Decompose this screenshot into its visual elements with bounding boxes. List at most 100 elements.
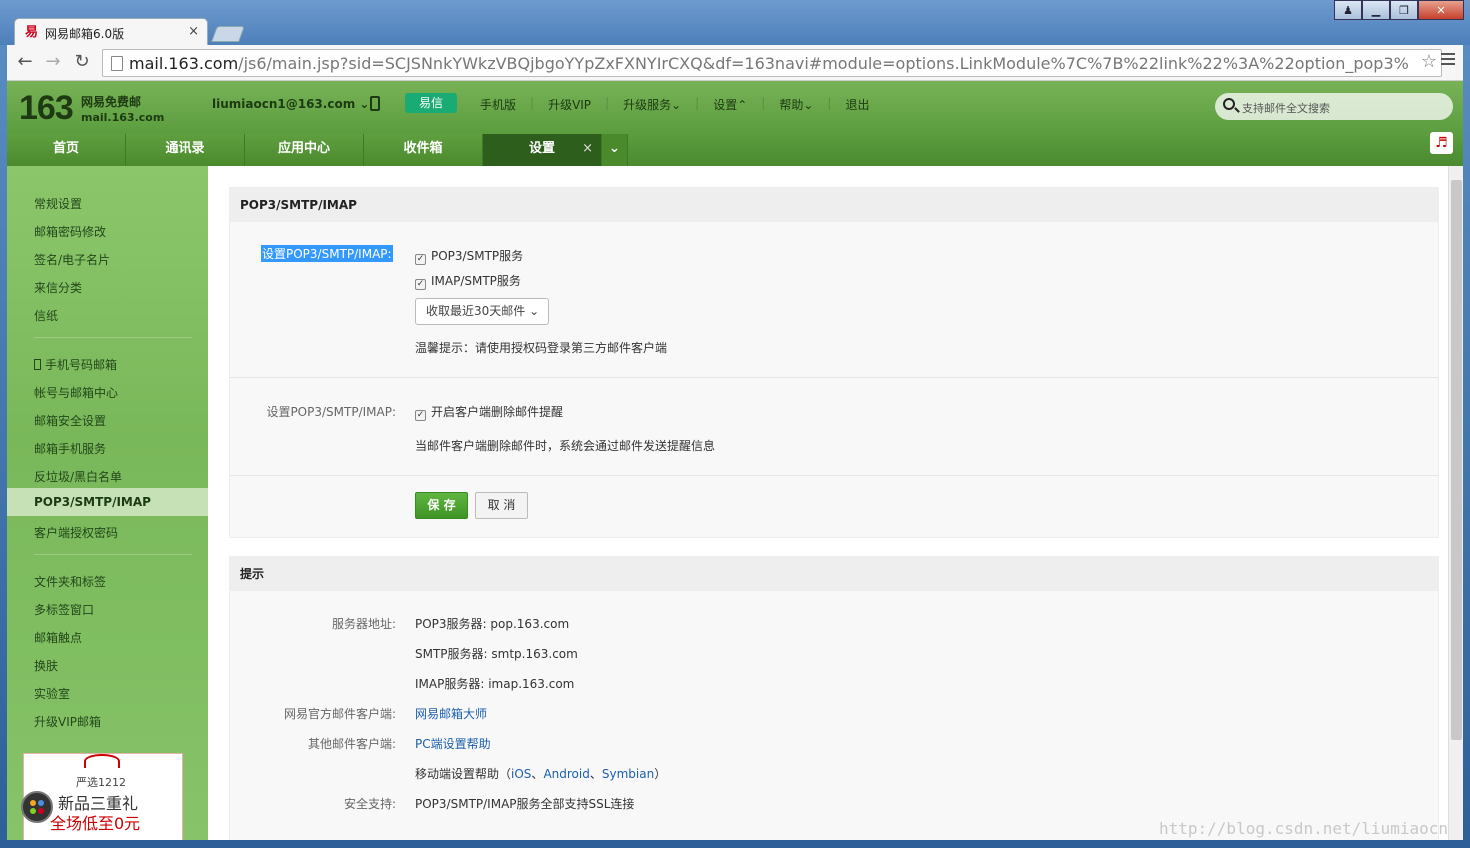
browser-menu-icon[interactable] — [1441, 53, 1455, 68]
pop3-server: POP3服务器: pop.163.com — [415, 617, 570, 631]
sidebar-item-skin[interactable]: 换肤 — [34, 657, 58, 674]
tab-contacts[interactable]: 通讯录 — [126, 134, 245, 166]
nav-settings[interactable]: 设置⌃ — [713, 96, 747, 113]
fetch-range-select[interactable]: 收取最近30天邮件 ⌄ — [415, 298, 549, 325]
user-icon[interactable]: ♟ — [1334, 0, 1362, 20]
promo-line3: 全场低至0元 — [50, 814, 141, 833]
logo-domain: mail.163.com — [81, 111, 165, 124]
android-help-link[interactable]: Android — [543, 767, 589, 781]
back-icon[interactable]: ← — [13, 51, 37, 72]
security-value: POP3/SMTP/IMAP服务全部支持SSL连接 — [415, 797, 635, 811]
search-icon — [1223, 98, 1235, 110]
sidebar-item-lab[interactable]: 实验室 — [34, 685, 70, 702]
imap-smtp-checkbox[interactable]: ✓ IMAP/SMTP服务 — [415, 272, 521, 290]
close-window-button[interactable]: ✕ — [1418, 0, 1464, 20]
gift-bow-icon — [84, 754, 120, 768]
sidebar-item-vip[interactable]: 升级VIP邮箱 — [34, 713, 101, 730]
save-button[interactable]: 保 存 — [415, 492, 468, 519]
sidebar-item-stationery[interactable]: 信纸 — [34, 307, 58, 324]
url-text[interactable]: mail.163.com/js6/main.jsp?sid=SCJSNnkYWk… — [129, 54, 1409, 73]
tab-title: 网易邮箱6.0版 — [45, 27, 125, 41]
smtp-server: SMTP服务器: smtp.163.com — [415, 647, 578, 661]
nav-upgrade-vip[interactable]: 升级VIP — [548, 96, 591, 113]
pop3-panel-title: POP3/SMTP/IMAP — [230, 188, 1438, 222]
new-tab-button[interactable] — [211, 26, 245, 42]
server-label: 服务器地址: — [331, 617, 396, 631]
auth-code-tip: 温馨提示：请使用授权码登录第三方邮件客户端 — [415, 341, 668, 355]
imap-smtp-label: IMAP/SMTP服务 — [431, 274, 521, 288]
page-icon — [111, 56, 123, 71]
sidebar-item-multitab[interactable]: 多标签窗口 — [34, 601, 94, 618]
nav-mobile[interactable]: 手机版 — [480, 96, 516, 113]
sidebar-item-password[interactable]: 邮箱密码修改 — [34, 223, 106, 240]
sidebar-item-folders[interactable]: 文件夹和标签 — [34, 573, 106, 590]
minimize-button[interactable]: ▁ — [1362, 0, 1390, 20]
promo-line1: 严选1212 — [76, 776, 126, 789]
official-client-link[interactable]: 网易邮箱大师 — [415, 705, 487, 722]
tab-more-dropdown[interactable]: ⌄ — [602, 134, 628, 166]
tab-app-center[interactable]: 应用中心 — [245, 134, 364, 166]
tab-home[interactable]: 首页 — [7, 134, 126, 166]
logo-163[interactable]: 163 — [19, 89, 74, 128]
tips-panel: 提示 服务器地址: POP3服务器: pop.163.com SMTP服务器: … — [229, 556, 1439, 840]
sidebar-item-phone-service[interactable]: 邮箱手机服务 — [34, 440, 106, 457]
sidebar-item-client-auth[interactable]: 客户端授权密码 — [34, 524, 118, 541]
sidebar-item-account-center[interactable]: 帐号与邮箱中心 — [34, 384, 118, 401]
tab-strip: 易 网易邮箱6.0版 × ♟ ▁ ❐ ✕ — [0, 0, 1470, 46]
ios-help-link[interactable]: iOS — [511, 767, 531, 781]
nav-upgrade-service[interactable]: 升级服务⌄ — [623, 96, 681, 113]
yixin-button[interactable]: 易信 — [405, 93, 457, 113]
sidebar-item-phone-mailbox[interactable]: 手机号码邮箱 — [34, 356, 117, 373]
page-scrollbar[interactable] — [1448, 166, 1463, 840]
close-icon[interactable]: × — [582, 134, 593, 164]
panel-divider — [230, 377, 1438, 378]
browser-tab[interactable]: 易 网易邮箱6.0版 × — [14, 18, 208, 46]
address-bar[interactable]: mail.163.com/js6/main.jsp?sid=SCJSNnkYWk… — [102, 49, 1442, 77]
nav-help[interactable]: 帮助⌄ — [779, 96, 813, 113]
mobile-help-sep: 、 — [531, 767, 544, 781]
tab-settings-label: 设置 — [528, 141, 555, 156]
sidebar-item-signature[interactable]: 签名/电子名片 — [34, 251, 110, 268]
tab-close-icon[interactable]: × — [188, 24, 199, 39]
pc-help-link[interactable]: PC端设置帮助 — [415, 735, 491, 752]
checkbox-check-icon: ✓ — [415, 410, 426, 421]
app-grid-icon[interactable] — [21, 791, 53, 823]
cancel-button[interactable]: 取 消 — [475, 492, 528, 519]
checkbox-check-icon: ✓ — [415, 254, 426, 265]
sidebar-item-general[interactable]: 常规设置 — [34, 195, 82, 212]
official-client-label: 网易官方邮件客户端: — [283, 707, 396, 721]
maximize-button[interactable]: ❐ — [1390, 0, 1418, 20]
mail-search[interactable]: 支持邮件全文搜索 — [1215, 93, 1453, 120]
sidebar-item-antispam[interactable]: 反垃圾/黑白名单 — [34, 468, 122, 485]
bookmark-star-icon[interactable]: ☆ — [1421, 51, 1437, 72]
pop3-smtp-checkbox[interactable]: ✓ POP3/SMTP服务 — [415, 247, 523, 265]
sidebar-item-security[interactable]: 邮箱安全设置 — [34, 412, 106, 429]
nav-logout[interactable]: 退出 — [845, 96, 869, 113]
mail-header: 163 网易免费邮 mail.163.com liumiaocn1@163.co… — [7, 81, 1463, 166]
delete-notice-desc: 当邮件客户端删除邮件时，系统会通过邮件发送提醒信息 — [415, 439, 716, 453]
yixin-label: 易信 — [418, 96, 443, 110]
symbian-help-link[interactable]: Symbian — [602, 767, 654, 781]
mobile-icon — [34, 359, 41, 370]
forward-icon[interactable]: → — [41, 51, 65, 72]
mobile-help-prefix: 移动端设置帮助（ — [415, 767, 512, 781]
user-email: liumiaocn1@163.com — [212, 97, 356, 111]
mail-tabs: 首页 通讯录 应用中心 收件箱 设置 × ⌄ — [7, 134, 628, 166]
tab-settings[interactable]: 设置 × — [483, 134, 602, 166]
url-path: /js6/main.jsp?sid=SCJSNnkYWkzVBQjbgoYYpZ… — [238, 54, 1409, 73]
sidebar-item-filters[interactable]: 来信分类 — [34, 279, 82, 296]
top-nav: 手机版 | 升级VIP | 升级服务⌄ | 设置⌃ | 帮助⌄ | 退出 — [480, 96, 870, 113]
mobile-phone-icon[interactable] — [370, 96, 380, 111]
mobile-help-suffix: ） — [654, 767, 667, 781]
settings-sidebar: 常规设置 邮箱密码修改 签名/电子名片 来信分类 信纸 手机号码邮箱 帐号与邮箱… — [7, 166, 208, 840]
sidebar-item-touchpoint[interactable]: 邮箱触点 — [34, 629, 82, 646]
music-note-icon[interactable]: ♬ — [1430, 132, 1453, 154]
delete-notice-checkbox[interactable]: ✓ 开启客户端删除邮件提醒 — [415, 403, 563, 421]
chevron-down-icon: ⌄ — [529, 304, 540, 318]
tab-inbox[interactable]: 收件箱 — [364, 134, 483, 166]
user-account[interactable]: liumiaocn1@163.com ⌄ — [212, 97, 369, 111]
web-page: 163 网易免费邮 mail.163.com liumiaocn1@163.co… — [7, 81, 1463, 840]
sidebar-item-pop3[interactable]: POP3/SMTP/IMAP — [7, 488, 208, 516]
scrollbar-thumb[interactable] — [1451, 180, 1462, 740]
reload-icon[interactable]: ↻ — [70, 51, 94, 72]
